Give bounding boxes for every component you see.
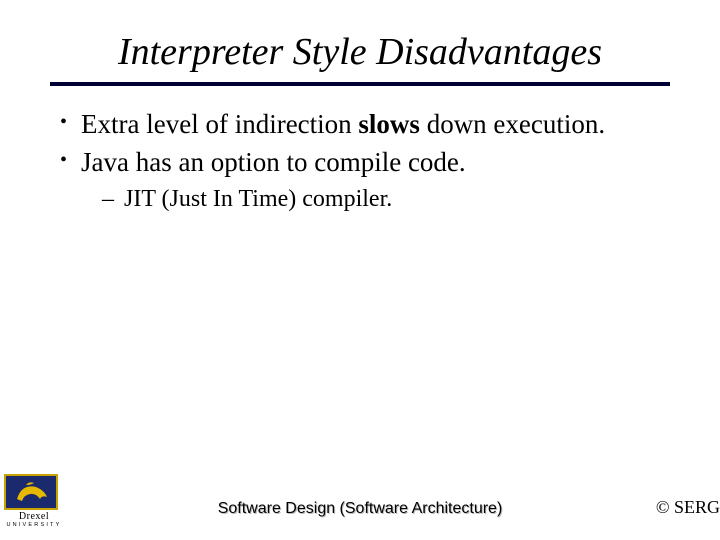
sub-bullet-item: – JIT (Just In Time) compiler. [102,186,670,213]
bullet-prefix: Java has an option to compile code. [81,147,466,177]
content-area: • Extra level of indirection slows down … [50,108,670,213]
bullet-prefix: Extra level of indirection [81,109,358,139]
bullet-suffix: down execution. [420,109,605,139]
bullet-item-2: • Java has an option to compile code. [60,146,670,180]
bullet-text: Java has an option to compile code. [81,146,670,180]
footer-copyright: © SERG [656,497,720,518]
bullet-dot-icon: • [60,148,67,173]
title-underline [50,82,670,86]
dash-icon: – [102,186,114,213]
bullet-text: Extra level of indirection slows down ex… [81,108,670,142]
bullet-bold: slows [358,109,420,139]
footer-center-text: Software Design (Software Architecture) [0,500,720,518]
slide-container: Interpreter Style Disadvantages • Extra … [0,0,720,540]
logo-subtitle: UNIVERSITY [4,522,64,528]
bullet-dot-icon: • [60,110,67,135]
sub-bullet-text: JIT (Just In Time) compiler. [124,186,392,213]
footer: Drexel UNIVERSITY Software Design (Softw… [0,480,720,528]
slide-title: Interpreter Style Disadvantages [50,30,670,74]
bullet-item-1: • Extra level of indirection slows down … [60,108,670,142]
